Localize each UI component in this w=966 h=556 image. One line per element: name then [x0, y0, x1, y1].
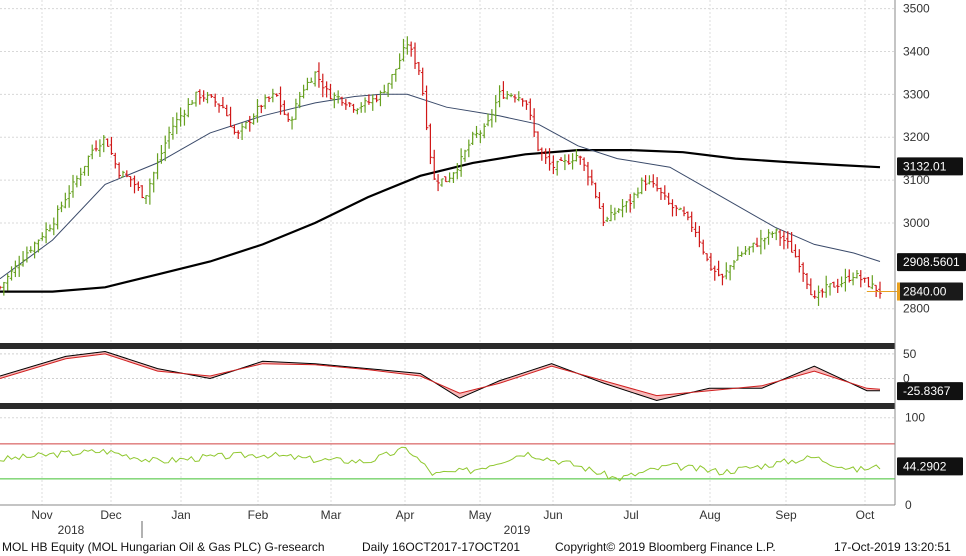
ma-short-value-badge: 2908.5601: [897, 253, 966, 272]
rsi-line: [0, 446, 881, 482]
x-tick-label: Apr: [396, 508, 415, 522]
y-axis: 35003400330032003100300028003132.012908.…: [897, 2, 966, 512]
rsi-tick-label: 0: [905, 498, 912, 512]
price-tick-label: 3500: [903, 2, 930, 16]
x-tick-label: Jun: [543, 508, 562, 522]
ma-long-value-badge-text: 3132.01: [903, 159, 947, 173]
x-tick-label: Feb: [248, 508, 269, 522]
rsi-value-badge-text: 44.2902: [903, 459, 947, 473]
rsi-value-badge: 44.2902: [897, 457, 963, 476]
last-price-badge: 2840.00: [897, 282, 963, 301]
panel-divider-2[interactable]: [0, 403, 895, 409]
x-year-label: 2019: [504, 523, 531, 537]
x-tick-label: Oct: [856, 508, 875, 522]
rsi-panel: [0, 443, 895, 482]
x-tick-label: Jul: [623, 508, 638, 522]
price-chart: 35003400330032003100300028003132.012908.…: [0, 0, 966, 554]
macd-value-badge-text: -25.8367: [903, 384, 951, 398]
rsi-tick-label: 100: [905, 411, 925, 425]
price-tick-label: 3000: [903, 216, 930, 230]
macd-line: [0, 350, 880, 402]
last-price-badge-text: 2840.00: [903, 285, 947, 299]
x-tick-label: Nov: [31, 508, 52, 522]
price-tick-label: 3300: [903, 87, 930, 101]
x-tick-label: Aug: [699, 508, 720, 522]
macd-panel: [0, 350, 881, 402]
x-tick-label: May: [469, 508, 492, 522]
last-price-badge-accent: [897, 282, 900, 301]
panel-divider-1[interactable]: [0, 343, 895, 349]
ma-short-value-badge-text: 2908.5601: [903, 255, 960, 269]
price-tick-label: 2800: [903, 302, 930, 316]
price-tick-label: 3400: [903, 44, 930, 58]
x-tick-label: Dec: [100, 508, 121, 522]
ma-long-value-badge: 3132.01: [897, 157, 963, 176]
x-tick-label: Mar: [321, 508, 342, 522]
ma-long-line: [0, 149, 881, 293]
x-tick-label: Jan: [171, 508, 190, 522]
x-tick-label: Sep: [775, 508, 797, 522]
timestamp-label: 17-Oct-2019 13:20:51: [834, 540, 951, 554]
x-year-label: 2018: [58, 523, 85, 537]
macd-tick-label: 50: [903, 347, 917, 361]
price-panel: [0, 36, 898, 306]
x-axis: Nov Dec Jan Feb Mar Apr May Jun Jul Aug Sep Oct 2018…: [31, 508, 875, 538]
copyright-label: Copyright© 2019 Bloomberg Finance L.P.: [555, 540, 776, 554]
ma-short-line: [0, 93, 881, 280]
instrument-label: MOL HB Equity (MOL Hungarian Oil & Gas P…: [2, 540, 325, 554]
period-label: Daily 16OCT2017-17OCT201: [362, 540, 520, 554]
price-tick-label: 3200: [903, 130, 930, 144]
macd-value-badge: -25.8367: [897, 382, 963, 401]
macd-fill: [0, 351, 880, 401]
